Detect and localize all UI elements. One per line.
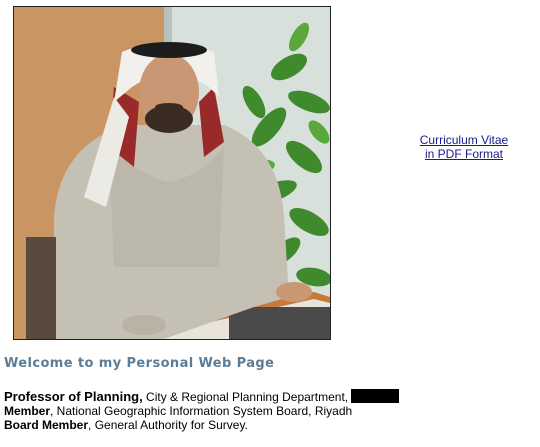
portrait-photo <box>13 6 331 340</box>
professor-label: Professor of Planning, <box>4 389 143 404</box>
professor-text: City & Regional Planning Department, <box>142 390 349 404</box>
member-label: Member <box>4 404 51 418</box>
page: Curriculum Vitae in PDF Format Welcome t… <box>0 0 540 447</box>
curriculum-vitae-pdf-link[interactable]: Curriculum Vitae in PDF Format <box>402 133 526 161</box>
professor-line: Professor of Planning, City & Regional P… <box>4 389 400 404</box>
board-member-text: , General Authority for Survey. <box>88 418 248 432</box>
portrait-image <box>14 7 330 339</box>
cv-link-line1: Curriculum Vitae <box>419 133 509 147</box>
member-line: Member, National Geographic Information … <box>4 404 399 418</box>
board-member-label: Board Member <box>4 418 89 432</box>
board-member-line: Board Member, General Authority for Surv… <box>4 418 399 432</box>
member-text: , National Geographic Information System… <box>50 404 353 418</box>
welcome-heading: Welcome to my Personal Web Page <box>4 356 275 371</box>
cv-link-line2: in PDF Format <box>424 147 503 161</box>
redacted-block <box>351 389 400 403</box>
bio-section: Professor of Planning, City & Regional P… <box>4 389 400 432</box>
